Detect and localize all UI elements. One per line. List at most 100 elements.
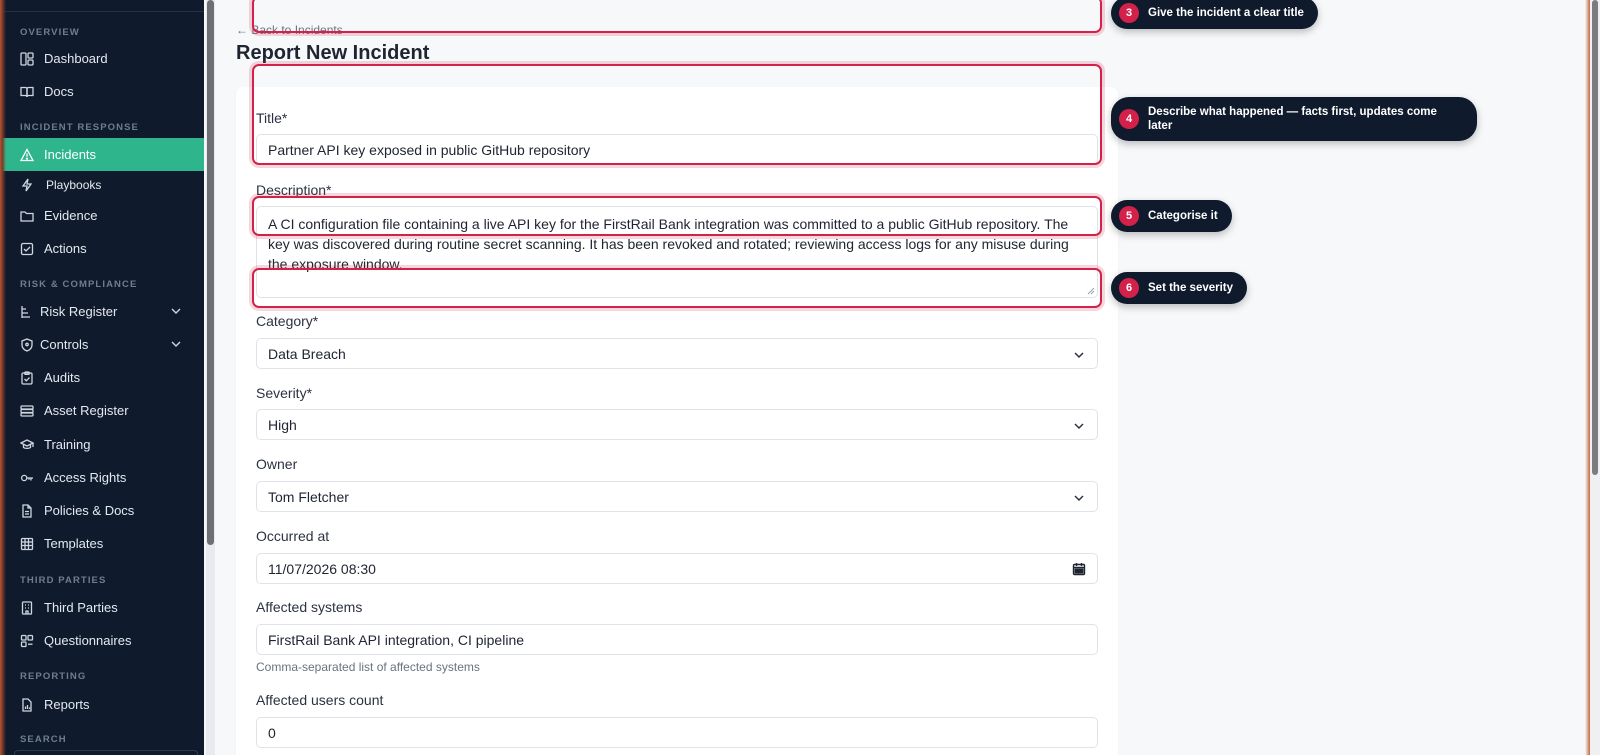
- sidebar-item-reports[interactable]: Reports: [0, 688, 204, 721]
- chevron-down-icon[interactable]: [170, 305, 182, 317]
- section-incident-response: INCIDENT RESPONSE: [20, 122, 139, 133]
- section-overview: OVERVIEW: [20, 27, 80, 38]
- sidebar-item-training[interactable]: Training: [0, 428, 204, 461]
- section-search: SEARCH: [20, 734, 67, 745]
- dashboard-icon: [20, 51, 34, 66]
- sidebar-item-label: Docs: [44, 84, 74, 99]
- graduation-cap-icon: [20, 438, 34, 452]
- sidebar-item-label: Policies & Docs: [44, 503, 135, 518]
- affected-systems-input[interactable]: FirstRail Bank API integration, CI pipel…: [256, 624, 1098, 655]
- tour-callout-step-3[interactable]: 3 Give the incident a clear title: [1111, 0, 1318, 29]
- chevron-down-icon[interactable]: [170, 338, 182, 350]
- sidebar-item-access-rights[interactable]: Access Rights: [0, 461, 204, 494]
- page-title: Report New Incident: [236, 42, 430, 64]
- sidebar-item-label: Reports: [44, 697, 90, 712]
- severity-value: High: [268, 416, 297, 433]
- chevron-down-icon: [1074, 495, 1084, 502]
- sidebar-item-label: Training: [44, 437, 91, 452]
- chevron-down-icon: [1074, 423, 1084, 430]
- sidebar: OVERVIEW Dashboard Docs INCIDENT RESPONS…: [0, 0, 204, 755]
- severity-select[interactable]: High: [256, 409, 1098, 440]
- sidebar-item-controls[interactable]: Controls: [0, 328, 204, 361]
- shield-icon: [20, 337, 34, 352]
- sidebar-item-docs[interactable]: Docs: [0, 75, 204, 108]
- sidebar-item-label: Risk Register: [40, 304, 118, 319]
- tour-callout-step-5[interactable]: 5 Categorise it: [1111, 200, 1232, 232]
- calendar-icon[interactable]: [1072, 562, 1086, 576]
- sidebar-item-label: Questionnaires: [44, 633, 132, 648]
- chevron-down-icon: [1074, 352, 1084, 359]
- clipboard-icon: [20, 370, 34, 385]
- layout-icon: [20, 634, 34, 648]
- scrollbar-thumb[interactable]: [207, 0, 214, 545]
- occurred-at-input[interactable]: 11/07/2026 08:30: [256, 553, 1098, 584]
- step-number: 4: [1119, 109, 1139, 129]
- book-icon: [20, 85, 34, 99]
- callout-text: Set the severity: [1148, 282, 1234, 294]
- sidebar-item-third-parties[interactable]: Third Parties: [0, 591, 204, 624]
- server-icon: [20, 404, 34, 418]
- sidebar-item-label: Playbooks: [46, 177, 102, 192]
- category-select[interactable]: Data Breach: [256, 338, 1098, 369]
- sidebar-scrollbar[interactable]: [206, 0, 215, 755]
- sidebar-item-evidence[interactable]: Evidence: [0, 199, 204, 232]
- document-icon: [20, 503, 34, 518]
- tour-callout-step-4[interactable]: 4 Describe what happened — facts first, …: [1111, 97, 1477, 141]
- sidebar-item-templates[interactable]: Templates: [0, 527, 204, 560]
- occurred-at-label: Occurred at: [256, 528, 330, 544]
- highlight-box-step-3: [252, 0, 1102, 33]
- building-icon: [20, 600, 34, 615]
- sidebar-item-label: Asset Register: [44, 403, 129, 418]
- page-scrollbar[interactable]: [1590, 0, 1600, 755]
- sidebar-item-questionnaires[interactable]: Questionnaires: [0, 624, 204, 657]
- affected-users-value: 0: [268, 724, 276, 741]
- warning-icon: [20, 147, 34, 162]
- highlight-box-step-5: [252, 196, 1102, 236]
- callout-text: Give the incident a clear title: [1148, 7, 1304, 19]
- sidebar-item-label: Incidents: [44, 147, 97, 162]
- checkbox-icon: [20, 242, 34, 256]
- grid-icon: [20, 537, 34, 551]
- owner-select[interactable]: Tom Fletcher: [256, 481, 1098, 512]
- sidebar-item-label: Controls: [40, 337, 89, 352]
- sidebar-item-policies-docs[interactable]: Policies & Docs: [0, 494, 204, 527]
- affected-users-label: Affected users count: [256, 692, 384, 708]
- sidebar-divider: [0, 11, 204, 12]
- bolt-icon: [20, 178, 34, 192]
- category-label: Category*: [256, 313, 319, 329]
- section-risk-compliance: RISK & COMPLIANCE: [20, 279, 138, 290]
- step-number: 6: [1119, 278, 1139, 298]
- sidebar-item-actions[interactable]: Actions: [0, 232, 204, 265]
- folder-icon: [20, 209, 34, 223]
- sidebar-item-label: Audits: [44, 370, 81, 385]
- callout-text: Categorise it: [1148, 210, 1218, 222]
- callout-text: Describe what happened — facts first, up…: [1148, 106, 1437, 132]
- sidebar-item-label: Templates: [44, 536, 104, 551]
- key-icon: [20, 471, 34, 485]
- affected-users-input[interactable]: 0: [256, 717, 1098, 748]
- section-third-parties: THIRD PARTIES: [20, 575, 107, 586]
- sidebar-item-label: Dashboard: [44, 51, 108, 66]
- step-number: 3: [1119, 3, 1139, 23]
- sidebar-item-playbooks[interactable]: Playbooks: [0, 168, 204, 201]
- step-number: 5: [1119, 206, 1139, 226]
- section-reporting: REPORTING: [20, 671, 87, 682]
- affected-systems-hint: Comma-separated list of affected systems: [256, 660, 480, 674]
- sidebar-item-label: Access Rights: [44, 470, 127, 485]
- sidebar-item-risk-register[interactable]: Risk Register: [0, 295, 204, 328]
- sidebar-item-label: Evidence: [44, 208, 98, 223]
- list-tree-icon: [20, 305, 34, 319]
- sidebar-item-dashboard[interactable]: Dashboard: [0, 42, 204, 75]
- sidebar-item-label: Third Parties: [44, 600, 118, 615]
- severity-label: Severity*: [256, 385, 313, 401]
- sidebar-item-asset-register[interactable]: Asset Register: [0, 394, 204, 427]
- affected-systems-label: Affected systems: [256, 599, 363, 615]
- sidebar-item-label: Actions: [44, 241, 87, 256]
- sidebar-item-incidents[interactable]: Incidents: [0, 138, 204, 171]
- sidebar-item-audits[interactable]: Audits: [0, 361, 204, 394]
- tour-callout-step-6[interactable]: 6 Set the severity: [1111, 272, 1248, 304]
- owner-label: Owner: [256, 456, 298, 472]
- scrollbar-thumb[interactable]: [1592, 0, 1598, 475]
- category-value: Data Breach: [268, 345, 346, 362]
- sidebar-search-input[interactable]: [14, 750, 198, 755]
